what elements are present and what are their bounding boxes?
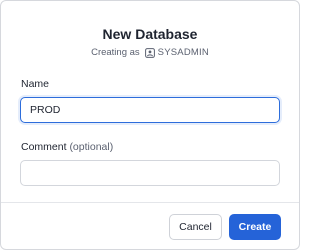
user-badge-icon <box>144 47 155 58</box>
name-input[interactable] <box>20 97 280 123</box>
comment-label: Comment (optional) <box>21 141 113 153</box>
create-button[interactable]: Create <box>229 214 281 240</box>
comment-optional-hint: (optional) <box>69 141 114 153</box>
comment-label-text: Comment <box>21 141 70 153</box>
new-database-dialog: New Database Creating as SYSADMIN Name C… <box>0 0 300 250</box>
name-label: Name <box>21 78 50 90</box>
subtitle-prefix: Creating as <box>91 47 140 58</box>
dialog-subtitle: Creating as SYSADMIN <box>1 47 299 58</box>
cancel-button[interactable]: Cancel <box>169 214 222 240</box>
dialog-title: New Database <box>102 26 198 42</box>
comment-input[interactable] <box>20 160 280 186</box>
current-user: SYSADMIN <box>157 47 209 58</box>
footer-divider <box>1 202 299 203</box>
